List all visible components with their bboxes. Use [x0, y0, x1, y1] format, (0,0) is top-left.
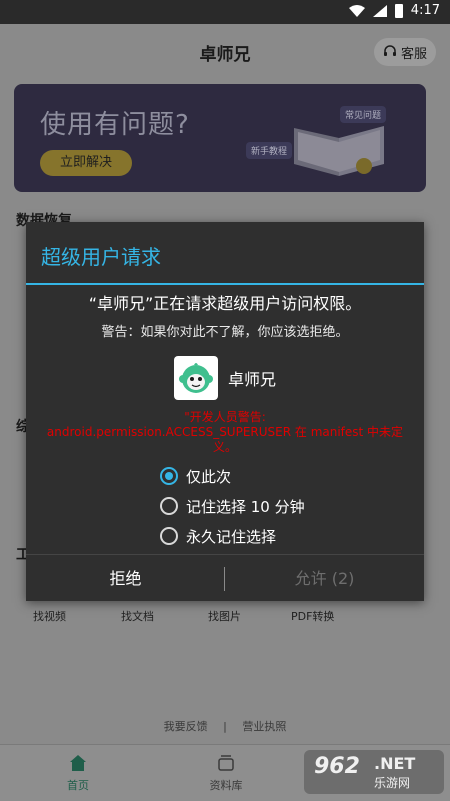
developer-warning: "开发人员警告: android.permission.ACCESS_SUPER…	[36, 410, 414, 455]
watermark-net: .NET	[374, 754, 416, 773]
status-time: 4:17	[410, 3, 440, 18]
app-icon	[174, 356, 218, 400]
deny-button[interactable]: 拒绝	[26, 555, 225, 602]
faq-tag: 常见问题	[340, 106, 387, 123]
banner-headline: 使用有问题?	[40, 110, 190, 140]
radio-once[interactable]	[160, 467, 178, 485]
dialog-buttons: 拒绝 允许 (2)	[26, 554, 424, 601]
option-10-minutes-label: 记住选择 10 分钟	[186, 497, 305, 516]
solve-now-button[interactable]: 立即解决	[40, 150, 132, 176]
allow-button[interactable]: 允许 (2)	[225, 555, 424, 602]
watermark-number: 962	[314, 754, 360, 779]
home-icon	[70, 755, 86, 771]
radio-forever[interactable]	[160, 527, 178, 545]
developer-warning-line1: "开发人员警告:	[184, 410, 266, 424]
footer-links: 我要反馈 | 营业执照	[0, 718, 450, 734]
top-bar: 卓师兄 客服	[0, 24, 450, 80]
headset-icon	[383, 45, 396, 56]
radio-10-minutes[interactable]	[160, 497, 178, 515]
option-forever-label: 永久记住选择	[186, 527, 277, 546]
option-once[interactable]: 仅此次	[160, 465, 231, 487]
dialog-title-divider	[26, 283, 424, 285]
tab-home[interactable]: 首页	[38, 753, 118, 793]
dialog-title: 超级用户请求	[41, 245, 161, 269]
option-10-minutes[interactable]: 记住选择 10 分钟	[160, 495, 305, 517]
find-video-item[interactable]: 找视频	[33, 608, 66, 624]
pdf-convert-item[interactable]: PDF转换	[291, 608, 334, 624]
watermark-cn: 乐游网	[374, 776, 411, 790]
option-once-label: 仅此次	[186, 467, 232, 486]
tab-home-label: 首页	[67, 779, 89, 792]
superuser-request-dialog: 超级用户请求 “卓师兄”正在请求超级用户访问权限。 警告：如果你对此不了解，你应…	[26, 222, 424, 601]
requesting-app: 卓师兄	[174, 356, 276, 400]
tab-library[interactable]: 资料库	[186, 753, 266, 793]
customer-service-label: 客服	[400, 46, 427, 62]
footer-separator: |	[223, 720, 227, 733]
feedback-link[interactable]: 我要反馈	[164, 720, 208, 733]
status-bar: 4:17	[0, 0, 450, 24]
tab-library-label: 资料库	[209, 779, 243, 792]
dialog-warning: 警告：如果你对此不了解，你应该选拒绝。	[101, 325, 349, 340]
site-watermark: 962 .NET 乐游网	[304, 750, 444, 794]
option-forever[interactable]: 永久记住选择	[160, 525, 276, 547]
wifi-icon	[348, 4, 365, 17]
find-document-item[interactable]: 找文档	[121, 608, 154, 624]
dialog-message: “卓师兄”正在请求超级用户访问权限。	[88, 294, 362, 313]
business-license-link[interactable]: 营业执照	[242, 720, 286, 733]
tutorial-tag: 新手教程	[246, 142, 293, 159]
help-banner[interactable]: 使用有问题? 立即解决 常见问题 新手教程	[14, 84, 426, 192]
battery-icon	[394, 3, 403, 18]
customer-service-button[interactable]: 客服	[374, 38, 436, 66]
monkey-icon	[179, 363, 213, 393]
signal-icon	[372, 4, 387, 17]
find-image-item[interactable]: 找图片	[208, 608, 241, 624]
tools-row: 找视频 找文档 找图片 PDF转换	[0, 608, 450, 632]
developer-warning-line2: android.permission.ACCESS_SUPERUSER 在 ma…	[46, 425, 404, 439]
app-name: 卓师兄	[228, 370, 277, 389]
developer-warning-line3: 义。	[212, 440, 237, 454]
folder-icon	[218, 755, 234, 771]
status-icons: 4:17	[348, 3, 440, 18]
